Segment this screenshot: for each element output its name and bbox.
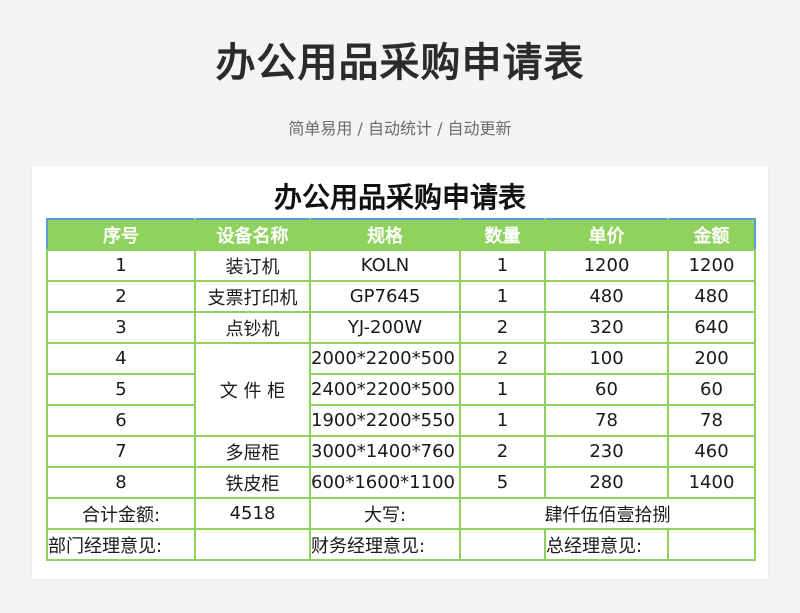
table-row: 5 2400*2200*500 1 60 60 (46, 373, 756, 406)
dept-manager-opinion: 部门经理意见: (46, 528, 196, 561)
table-row: 3 点钞机 YJ-200W 2 320 640 (46, 311, 756, 344)
sheet-title: 办公用品采购申请表 (273, 181, 526, 214)
cell-amount[interactable]: 1200 (667, 249, 756, 282)
cell-amount[interactable]: 78 (667, 404, 756, 437)
cell-qty[interactable]: 1 (459, 373, 546, 406)
cell-qty[interactable]: 1 (459, 249, 546, 282)
table-row: 2 支票打印机 GP7645 1 480 480 (46, 280, 756, 313)
cell-no[interactable]: 1 (46, 249, 196, 282)
cell-spec[interactable]: 600*1600*1100 (309, 466, 461, 499)
header-row: 序号 设备名称 规格 数量 单价 金额 (46, 218, 756, 251)
cell-qty[interactable]: 5 (459, 466, 546, 499)
cell-qty[interactable]: 2 (459, 435, 546, 468)
total-row: 合计金额: 4518 大写: 肆仟伍佰壹拾捌 (46, 497, 756, 530)
cell-name-merged[interactable]: 文 件 柜 (194, 342, 311, 437)
cell-name[interactable]: 点钞机 (194, 311, 311, 344)
table-row: 8 铁皮柜 600*1600*1100 5 280 1400 (46, 466, 756, 499)
table-row: 6 1900*2200*550 1 78 78 (46, 404, 756, 437)
general-manager-opinion: 总经理意见: (544, 528, 669, 561)
cell-no[interactable]: 5 (46, 373, 196, 406)
cell-spec[interactable]: YJ-200W (309, 311, 461, 344)
cell-name[interactable]: 多屉柜 (194, 435, 311, 468)
cell-spec[interactable]: 3000*1400*760 (309, 435, 461, 468)
approval-row: 部门经理意见: 财务经理意见: 总经理意见: (46, 528, 756, 561)
cell-price[interactable]: 100 (544, 342, 669, 375)
finance-manager-opinion-value[interactable] (459, 528, 546, 561)
cell-spec[interactable]: GP7645 (309, 280, 461, 313)
cell-no[interactable]: 8 (46, 466, 196, 499)
cell-amount[interactable]: 60 (667, 373, 756, 406)
cell-name[interactable]: 装订机 (194, 249, 311, 282)
page-title: 办公用品采购申请表 (215, 40, 585, 86)
col-header-spec: 规格 (309, 218, 461, 251)
col-header-price: 单价 (544, 218, 669, 251)
cell-amount[interactable]: 200 (667, 342, 756, 375)
cell-no[interactable]: 2 (46, 280, 196, 313)
total-label: 合计金额: (46, 497, 196, 530)
capital-label: 大写: (309, 497, 461, 530)
total-value[interactable]: 4518 (194, 497, 311, 530)
cell-no[interactable]: 6 (46, 404, 196, 437)
col-header-no: 序号 (46, 218, 196, 251)
dept-manager-opinion-value[interactable] (194, 528, 311, 561)
table-row: 7 多屉柜 3000*1400*760 2 230 460 (46, 435, 756, 468)
cell-price[interactable]: 1200 (544, 249, 669, 282)
cell-price[interactable]: 480 (544, 280, 669, 313)
cell-name[interactable]: 支票打印机 (194, 280, 311, 313)
cell-spec[interactable]: 2000*2200*500 (309, 342, 461, 375)
spreadsheet-card: 办公用品采购申请表 序号 设备名称 规格 数量 单价 金额 1 装订机 KOLN… (32, 166, 768, 579)
cell-price[interactable]: 78 (544, 404, 669, 437)
capital-value[interactable]: 肆仟伍佰壹拾捌 (459, 497, 756, 530)
cell-qty[interactable]: 1 (459, 404, 546, 437)
cell-spec[interactable]: 2400*2200*500 (309, 373, 461, 406)
cell-no[interactable]: 3 (46, 311, 196, 344)
cell-name[interactable]: 铁皮柜 (194, 466, 311, 499)
col-header-qty: 数量 (459, 218, 546, 251)
col-header-amount: 金额 (667, 218, 756, 251)
col-header-name: 设备名称 (194, 218, 311, 251)
finance-manager-opinion: 财务经理意见: (309, 528, 461, 561)
table-row: 4 文 件 柜 2000*2200*500 2 100 200 (46, 342, 756, 437)
cell-price[interactable]: 60 (544, 373, 669, 406)
page-subtitle: 简单易用 / 自动统计 / 自动更新 (288, 119, 512, 138)
cell-spec[interactable]: 1900*2200*550 (309, 404, 461, 437)
cell-price[interactable]: 280 (544, 466, 669, 499)
cell-amount[interactable]: 480 (667, 280, 756, 313)
cell-no[interactable]: 7 (46, 435, 196, 468)
cell-qty[interactable]: 1 (459, 280, 546, 313)
table-row: 1 装订机 KOLN 1 1200 1200 (46, 249, 756, 282)
cell-price[interactable]: 320 (544, 311, 669, 344)
cell-qty[interactable]: 2 (459, 311, 546, 344)
cell-qty[interactable]: 2 (459, 342, 546, 375)
cell-amount[interactable]: 1400 (667, 466, 756, 499)
general-manager-opinion-value[interactable] (667, 528, 756, 561)
cell-amount[interactable]: 640 (667, 311, 756, 344)
cell-no[interactable]: 4 (46, 342, 196, 375)
cell-price[interactable]: 230 (544, 435, 669, 468)
cell-amount[interactable]: 460 (667, 435, 756, 468)
purchase-table: 序号 设备名称 规格 数量 单价 金额 1 装订机 KOLN 1 1200 12… (46, 218, 756, 561)
cell-spec[interactable]: KOLN (309, 249, 461, 282)
